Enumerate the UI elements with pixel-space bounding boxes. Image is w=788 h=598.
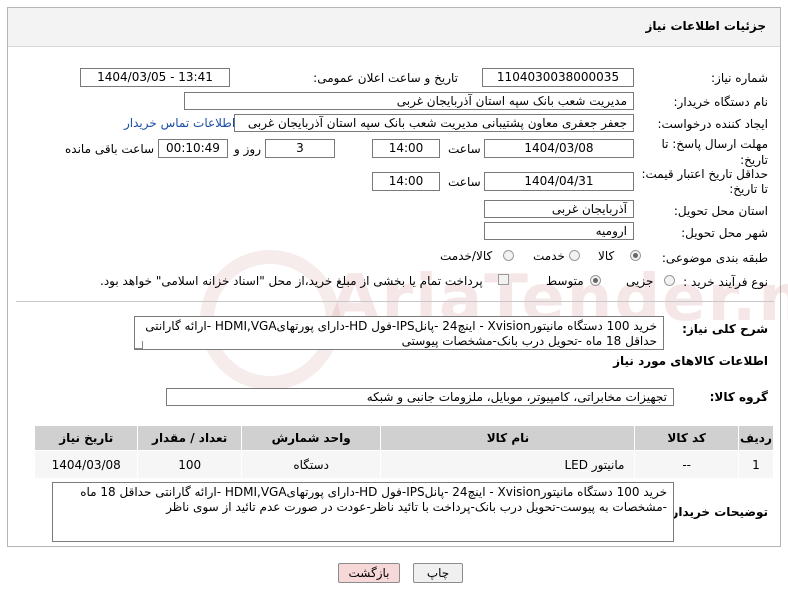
buyer-notes-textarea[interactable]: خرید 100 دستگاه مانیتورXvision - اینچ24 … [52, 482, 674, 542]
creator-field: جعفر جعفری معاون پشتیبانی مدیریت شعب بان… [234, 114, 634, 132]
col-date: تاریخ نیاز [33, 425, 139, 451]
validity-date-field: 1404/04/31 [484, 172, 634, 191]
treasury-payment-checkbox[interactable] [498, 274, 509, 285]
city-field: ارومیه [484, 222, 634, 240]
process-radio-minor[interactable] [664, 275, 675, 286]
description-textarea[interactable]: خرید 100 دستگاه مانیتورXvision - اینچ24 … [134, 316, 664, 350]
cell-date: 1404/03/08 [33, 450, 139, 479]
goods-section-title: اطلاعات کالاهای مورد نیاز [613, 354, 768, 368]
remaining-time-field: 00:10:49 [158, 139, 228, 158]
category-radio-service[interactable] [569, 250, 580, 261]
table-header-row: ردیف کد کالا نام کالا واحد شمارش تعداد /… [33, 425, 775, 451]
print-button[interactable]: چاپ [413, 563, 463, 583]
resize-handle[interactable] [135, 341, 143, 349]
treasury-payment-note: پرداخت تمام یا بخشی از مبلغ خرید،از محل … [100, 274, 483, 288]
cell-code: -- [634, 450, 739, 479]
days-field: 3 [265, 139, 335, 158]
goods-group-label: گروه کالا: [709, 390, 768, 404]
category-option-goods-service: کالا/خدمت [440, 249, 493, 263]
process-option-medium: متوسط [546, 274, 584, 288]
cell-row: 1 [737, 450, 775, 479]
back-button[interactable]: بازگشت [338, 563, 400, 583]
days-label: روز و [234, 142, 261, 156]
validity-time-label: ساعت [448, 175, 481, 189]
page-title: جزئیات اطلاعات نیاز [645, 19, 766, 33]
creator-label: ایجاد کننده درخواست: [657, 117, 768, 131]
category-option-goods: کالا [598, 249, 615, 263]
cell-qty: 100 [137, 450, 242, 479]
buyer-org-field: مدیریت شعب بانک سپه استان آذربایجان غربی [184, 92, 634, 110]
announce-label: تاریخ و ساعت اعلان عمومی: [313, 71, 458, 85]
deadline-time-label: ساعت [448, 142, 481, 156]
deadline-label: مهلت ارسال پاسخ: تا تاریخ: [661, 137, 768, 167]
validity-label: حداقل تاریخ اعتبار قیمت: تا تاریخ: [641, 167, 768, 196]
deadline-time-field: 14:00 [372, 139, 440, 158]
remaining-label: ساعت باقی مانده [65, 142, 155, 156]
col-qty: تعداد / مقدار [137, 425, 242, 451]
cell-name: مانیتور LED [380, 450, 636, 479]
goods-group-field: تجهیزات مخابراتی، کامپیوتر، موبایل، ملزو… [166, 388, 674, 406]
province-label: استان محل تحویل: [673, 204, 768, 218]
category-radio-goods-service[interactable] [503, 250, 514, 261]
announce-field: 1404/03/05 - 13:41 [80, 68, 230, 87]
process-option-minor: جزیی [626, 274, 654, 288]
table-row: 1 -- مانیتور LED دستگاه 100 1404/03/08 [33, 450, 775, 479]
col-code: کد کالا [634, 425, 739, 451]
col-unit: واحد شمارش [240, 425, 382, 451]
cell-unit: دستگاه [240, 450, 382, 479]
process-label: نوع فرآیند خرید : [683, 275, 768, 289]
city-label: شهر محل تحویل: [681, 226, 768, 240]
category-radio-goods[interactable] [630, 250, 641, 261]
buyer-org-label: نام دستگاه خریدار: [673, 95, 769, 109]
process-radio-medium[interactable] [590, 275, 601, 286]
col-row: ردیف [737, 425, 775, 451]
buyer-notes-label: توضیحات خریدار: [666, 505, 768, 519]
province-field: آذربایجان غربی [484, 200, 634, 218]
col-name: نام کالا [380, 425, 636, 451]
buyer-contact-link[interactable]: اطلاعات تماس خریدار [124, 116, 235, 130]
goods-table: ردیف کد کالا نام کالا واحد شمارش تعداد /… [33, 425, 775, 479]
need-number-label: شماره نیاز: [711, 71, 768, 85]
description-label: شرح کلی نیاز: [682, 322, 768, 336]
category-label: طبقه بندی موضوعی: [661, 251, 768, 265]
need-number-field: 1104030038000035 [482, 68, 634, 87]
validity-time-field: 14:00 [372, 172, 440, 191]
category-option-service: خدمت [533, 249, 565, 263]
divider [16, 301, 774, 302]
deadline-date-field: 1404/03/08 [484, 139, 634, 158]
